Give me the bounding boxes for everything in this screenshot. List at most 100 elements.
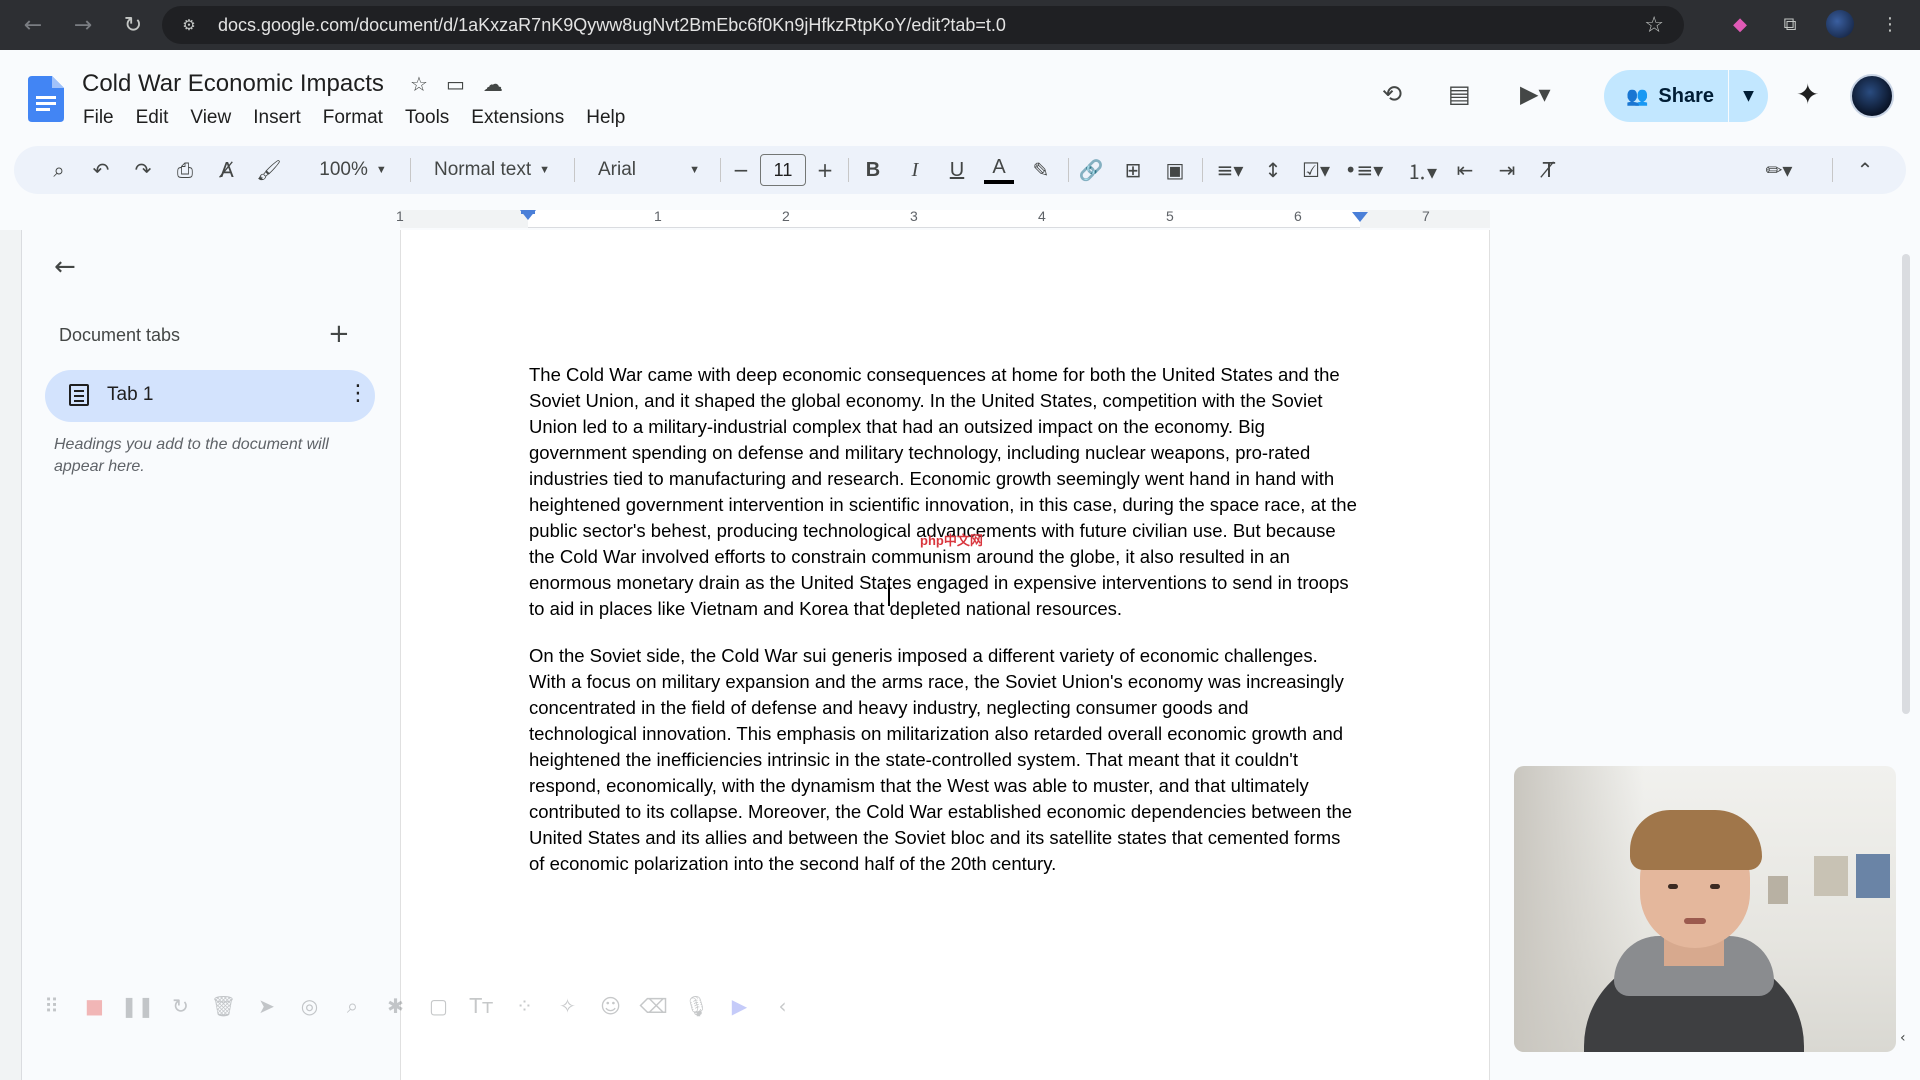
- click-highlight-icon[interactable]: ✱: [374, 994, 417, 1018]
- spotlight-icon[interactable]: ◎: [288, 994, 331, 1018]
- magic-wand-icon[interactable]: ✧: [546, 994, 589, 1018]
- document-page[interactable]: The Cold War came with deep economic con…: [400, 230, 1490, 1080]
- browser-profile-avatar[interactable]: [1826, 10, 1854, 38]
- document-title[interactable]: Cold War Economic Impacts: [82, 70, 384, 98]
- tab-item-tab-1[interactable]: Tab 1 ⋮: [45, 370, 375, 422]
- camera-icon[interactable]: ▶: [718, 994, 761, 1018]
- decrease-indent-icon[interactable]: ⇤: [1450, 146, 1480, 194]
- star-icon[interactable]: ☆: [410, 72, 428, 96]
- back-arrow-icon[interactable]: ←: [18, 10, 48, 40]
- paragraph[interactable]: On the Soviet side, the Cold War sui gen…: [529, 643, 1359, 877]
- checklist-icon[interactable]: ☑▾: [1296, 146, 1336, 194]
- editing-mode-icon[interactable]: ✏▾: [1754, 146, 1804, 194]
- menu-tools[interactable]: Tools: [394, 107, 460, 129]
- docs-logo-icon[interactable]: [28, 76, 64, 122]
- menu-view[interactable]: View: [179, 107, 242, 129]
- more-options-icon[interactable]: ⋮: [347, 381, 369, 406]
- menu-help[interactable]: Help: [575, 107, 636, 129]
- clear-formatting-icon[interactable]: T̸: [1534, 146, 1564, 194]
- blur-icon[interactable]: ⁘: [503, 994, 546, 1018]
- emoji-icon[interactable]: ☺: [589, 994, 632, 1018]
- horizontal-ruler[interactable]: 1 1 2 3 4 5 6 7: [396, 204, 1490, 228]
- font-caret-icon: ▼: [689, 164, 700, 176]
- version-history-icon[interactable]: ⟲: [1382, 80, 1402, 108]
- menu-edit[interactable]: Edit: [125, 107, 180, 129]
- font-size-input[interactable]: 11: [760, 154, 806, 186]
- extension-gem-icon[interactable]: ◆: [1726, 10, 1754, 38]
- pause-icon[interactable]: ❚❚: [116, 994, 159, 1018]
- bold-icon[interactable]: B: [858, 146, 888, 194]
- headings-hint-text: Headings you add to the document will ap…: [54, 436, 329, 475]
- reload-icon[interactable]: ↻: [118, 10, 148, 40]
- scrollbar-thumb[interactable]: [1902, 254, 1910, 714]
- menu-file[interactable]: File: [72, 107, 125, 129]
- paragraph[interactable]: The Cold War came with deep economic con…: [529, 362, 1359, 622]
- increase-indent-icon[interactable]: ⇥: [1492, 146, 1522, 194]
- bulleted-list-icon[interactable]: •≡▾: [1344, 146, 1384, 194]
- search-menus-icon[interactable]: ⌕: [44, 146, 74, 194]
- decrease-font-size-icon[interactable]: −: [726, 146, 756, 194]
- share-dropdown-icon[interactable]: ▼: [1729, 88, 1768, 104]
- menu-extensions[interactable]: Extensions: [460, 107, 575, 129]
- gemini-sparkle-icon[interactable]: ✦: [1796, 78, 1819, 111]
- side-panel-chevron-icon[interactable]: ‹: [1900, 1030, 1906, 1046]
- toolbar-divider: [720, 158, 721, 182]
- left-indent-marker-icon[interactable]: [520, 210, 536, 224]
- delete-icon[interactable]: 🗑: [202, 994, 245, 1018]
- extensions-puzzle-icon[interactable]: ⧉: [1776, 10, 1804, 38]
- undo-icon[interactable]: ↶: [86, 146, 116, 194]
- zoom-icon[interactable]: ⌕: [331, 994, 374, 1018]
- bookmark-star-icon[interactable]: ☆: [1644, 13, 1664, 38]
- font-select[interactable]: Arial ▼: [584, 146, 714, 194]
- add-comment-icon[interactable]: ⊞: [1118, 146, 1148, 194]
- drag-handle-icon[interactable]: ⠿: [30, 994, 73, 1018]
- collapse-icon[interactable]: ‹: [761, 994, 804, 1018]
- menu-format[interactable]: Format: [312, 107, 394, 129]
- align-icon[interactable]: ≡▾: [1210, 146, 1250, 194]
- text-color-icon[interactable]: A: [984, 154, 1014, 184]
- share-main[interactable]: 👥 Share: [1604, 70, 1728, 122]
- add-tab-plus-icon[interactable]: +: [328, 319, 350, 349]
- menu-insert[interactable]: Insert: [242, 107, 312, 129]
- eraser-icon[interactable]: ⌫: [632, 994, 675, 1018]
- redo-icon[interactable]: ↷: [128, 146, 158, 194]
- paragraph-style-select[interactable]: Normal text ▼: [420, 146, 564, 194]
- pointer-icon[interactable]: ➤: [245, 994, 288, 1018]
- mic-off-icon[interactable]: 🎙: [675, 994, 718, 1018]
- address-bar[interactable]: ⚙ docs.google.com/document/d/1aKxzaR7nK9…: [162, 6, 1684, 44]
- document-body[interactable]: The Cold War came with deep economic con…: [529, 362, 1359, 898]
- share-button[interactable]: 👥 Share ▼: [1604, 70, 1768, 122]
- cloud-saved-icon[interactable]: ☁: [483, 72, 503, 96]
- increase-font-size-icon[interactable]: +: [810, 146, 840, 194]
- right-indent-marker-icon[interactable]: [1352, 212, 1368, 224]
- comments-icon[interactable]: ▤: [1448, 80, 1471, 108]
- move-folder-icon[interactable]: ▭: [446, 72, 465, 96]
- webcam-person-hair: [1630, 810, 1762, 870]
- browser-menu-icon[interactable]: ⋮: [1876, 10, 1904, 38]
- spellcheck-icon[interactable]: A̸: [212, 146, 242, 194]
- text-tool-icon[interactable]: Tт: [460, 994, 503, 1018]
- numbered-list-icon[interactable]: ⒈▾: [1402, 146, 1442, 194]
- insert-link-icon[interactable]: 🔗: [1076, 146, 1106, 194]
- forward-arrow-icon[interactable]: →: [68, 10, 98, 40]
- line-spacing-icon[interactable]: ↕: [1258, 146, 1288, 194]
- ruler-number: 7: [1422, 208, 1430, 224]
- restart-icon[interactable]: ↻: [159, 994, 202, 1018]
- hide-menus-chevron-icon[interactable]: ⌃: [1850, 146, 1880, 194]
- underline-icon[interactable]: U: [942, 146, 972, 194]
- user-avatar[interactable]: [1850, 74, 1894, 118]
- site-settings-icon[interactable]: ⚙: [178, 14, 200, 36]
- paint-format-icon[interactable]: 🖌: [254, 146, 284, 194]
- print-icon[interactable]: ⎙: [170, 146, 200, 194]
- insert-image-icon[interactable]: ▣: [1160, 146, 1190, 194]
- italic-icon[interactable]: I: [900, 146, 930, 194]
- stop-recording-icon[interactable]: ■: [73, 994, 116, 1018]
- url-text[interactable]: docs.google.com/document/d/1aKxzaR7nK9Qy…: [218, 15, 1006, 36]
- rectangle-icon[interactable]: ▢: [417, 994, 460, 1018]
- meet-camera-icon[interactable]: ▶▾: [1520, 80, 1551, 108]
- browser-toolbar: ← → ↻ ⚙ docs.google.com/document/d/1aKxz…: [0, 0, 1920, 50]
- zoom-select[interactable]: 100% ▼: [304, 146, 402, 194]
- vertical-ruler: [0, 230, 22, 1080]
- close-outline-arrow-icon[interactable]: ←: [54, 252, 76, 282]
- highlight-color-icon[interactable]: ✎: [1026, 146, 1056, 194]
